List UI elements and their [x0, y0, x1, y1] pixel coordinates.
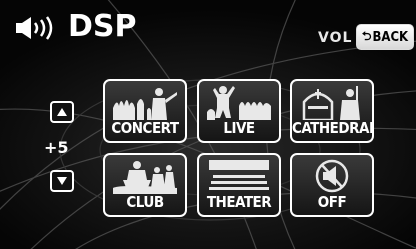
concert-label: CONCERT [111, 119, 179, 137]
level-up-button[interactable] [50, 101, 74, 123]
level-down-button[interactable] [50, 170, 74, 192]
return-arrow-icon: ⮌ [361, 28, 372, 43]
back-button-label: BACK [372, 29, 409, 45]
live-band-icon [207, 86, 271, 120]
club-label: CLUB [126, 193, 164, 211]
live-label: LIVE [223, 119, 255, 137]
back-button[interactable]: ⮌ BACK [356, 24, 414, 50]
off-mode-button[interactable]: OFF [290, 153, 374, 217]
triangle-up-icon [57, 108, 67, 116]
club-mode-button[interactable]: CLUB [103, 153, 187, 217]
theater-mode-button[interactable]: THEATER [197, 153, 281, 217]
theater-label: THEATER [206, 193, 272, 211]
cathedral-label: CATHEDRAL [292, 119, 374, 137]
concert-mode-button[interactable]: CONCERT [103, 79, 187, 143]
triangle-down-icon [57, 177, 67, 185]
orchestra-icon [113, 88, 177, 120]
club-band-icon [113, 161, 177, 194]
cathedral-icon [302, 86, 360, 120]
level-value: +5 [44, 138, 69, 157]
header-bar: DSP VOL 4 0 ⮌ BACK [0, 0, 416, 50]
off-label: OFF [317, 193, 347, 211]
cathedral-mode-button[interactable]: CATHEDRAL [290, 79, 374, 143]
speaker-icon [16, 16, 53, 40]
live-mode-button[interactable]: LIVE [197, 79, 281, 143]
mute-icon [315, 159, 349, 193]
page-title: DSP [68, 9, 137, 44]
dsp-screen: DSP VOL 4 0 ⮌ BACK +5 CONCERT LIVE CATHE… [0, 0, 416, 249]
theater-icon [209, 160, 269, 190]
